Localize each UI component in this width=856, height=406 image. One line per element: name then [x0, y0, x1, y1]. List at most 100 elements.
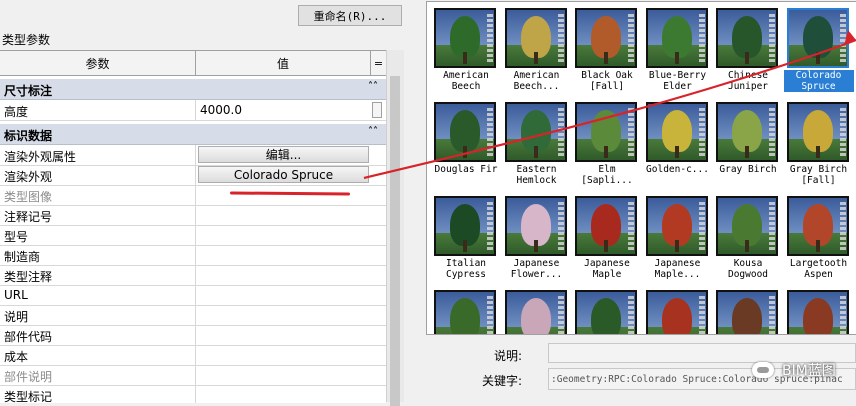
gallery-tile[interactable]: [502, 286, 572, 334]
param-row-type-image[interactable]: 类型图像: [0, 185, 386, 206]
param-row-keynote[interactable]: 注释记号: [0, 205, 386, 226]
column-toggle-button[interactable]: =: [371, 51, 386, 75]
gallery-tile[interactable]: Golden-c...: [643, 98, 713, 190]
param-value-cell[interactable]: [195, 265, 371, 285]
section-header-dimensions[interactable]: 尺寸标注 ˄˄: [0, 79, 386, 100]
gallery-tile[interactable]: Eastern Hemlock: [502, 98, 572, 190]
gallery-tile[interactable]: Chinese Juniper: [713, 4, 783, 96]
gallery-tile-label: Colorado Spruce: [783, 70, 854, 92]
column-header-value[interactable]: 值: [196, 51, 371, 75]
gallery-tile[interactable]: Gray Birch [Fall]: [784, 98, 854, 190]
type-parameters-grid: 参数 值 = 尺寸标注 ˄˄ 高度 4000.0 标识数据 ˄˄ 渲染外观属性 …: [0, 50, 386, 403]
gallery-tile-label: Elm [Sapli...: [581, 164, 633, 186]
gallery-tile[interactable]: Black Oak [Fall]: [572, 4, 642, 96]
gallery-tile[interactable]: Blue-Berry Elder: [643, 4, 713, 96]
description-label: 说明:: [494, 349, 523, 363]
gallery-tile[interactable]: Kousa Dogwood: [713, 192, 783, 284]
param-value-cell: Colorado Spruce: [195, 165, 371, 185]
tree-thumbnail-icon: [645, 102, 708, 162]
param-value-cell[interactable]: [195, 205, 371, 225]
param-name: 注释记号: [4, 210, 53, 224]
gallery-tile[interactable]: [431, 286, 501, 334]
param-value-cell[interactable]: 4000.0: [195, 100, 371, 120]
wechat-logo-icon: [752, 362, 774, 378]
param-row-manufacturer[interactable]: 制造商: [0, 245, 386, 266]
gallery-tile[interactable]: [713, 286, 783, 334]
gallery-tile[interactable]: American Beech: [431, 4, 501, 96]
param-name: 类型标记: [4, 390, 53, 403]
param-value: 4000.0: [200, 103, 242, 117]
gallery-tile-label: Largetooth Aspen: [789, 258, 848, 280]
param-name: 类型注释: [4, 270, 53, 284]
param-row-render-appearance-props[interactable]: 渲染外观属性 编辑...: [0, 145, 386, 166]
render-appearance-button[interactable]: Colorado Spruce: [198, 166, 369, 183]
param-name: 类型图像: [4, 190, 53, 204]
tree-thumbnail-icon: [504, 196, 567, 256]
rename-button[interactable]: 重命名(R)...: [298, 5, 402, 26]
param-row-height[interactable]: 高度 4000.0: [0, 100, 386, 121]
gallery-tile-label: Japanese Maple...: [654, 258, 701, 280]
param-row-url[interactable]: URL: [0, 285, 386, 306]
tree-thumbnail-icon: [504, 102, 567, 162]
tree-thumbnail-icon: [575, 102, 637, 162]
param-row-render-appearance[interactable]: 渲染外观 Colorado Spruce: [0, 165, 386, 186]
gallery-tile[interactable]: Douglas Fir: [431, 98, 501, 190]
gallery-tile[interactable]: Elm [Sapli...: [572, 98, 642, 190]
param-name: 型号: [4, 230, 29, 244]
watermark-text: BIM蓝图: [782, 363, 836, 379]
param-name: 高度: [4, 105, 29, 119]
tree-thumbnail-icon: [434, 290, 496, 334]
param-value-cell: 编辑...: [195, 145, 371, 165]
param-row-assembly-description[interactable]: 部件说明: [0, 365, 386, 386]
appearance-gallery: American Beech American Beech... Black Oak…: [426, 1, 856, 335]
gallery-tile[interactable]: Italian Cypress: [431, 192, 501, 284]
tree-thumbnail-icon: [575, 8, 637, 68]
gallery-tile[interactable]: Colorado Spruce: [783, 4, 854, 96]
tree-thumbnail-icon: [645, 196, 708, 256]
param-value-cell[interactable]: [195, 365, 371, 385]
collapse-icon[interactable]: ˄˄: [368, 126, 378, 137]
tree-thumbnail-icon: [645, 8, 708, 68]
param-value-cell[interactable]: [195, 345, 371, 365]
param-row-type-comments[interactable]: 类型注释: [0, 265, 386, 286]
param-row-cost[interactable]: 成本: [0, 345, 386, 366]
tree-thumbnail-icon: [786, 290, 849, 334]
param-row-description[interactable]: 说明: [0, 305, 386, 326]
gallery-tile-label: Kousa Dogwood: [727, 258, 769, 280]
gallery-tile[interactable]: [784, 286, 854, 334]
param-value-cell[interactable]: [195, 325, 371, 345]
param-name: 成本: [4, 350, 29, 364]
gallery-tile-label: Gray Birch [Fall]: [789, 164, 848, 186]
tree-thumbnail-icon: [504, 8, 567, 68]
gallery-tile[interactable]: Japanese Maple...: [643, 192, 713, 284]
gallery-tile-label: Japanese Flower...: [510, 258, 563, 280]
param-row-model[interactable]: 型号: [0, 225, 386, 246]
section-header-identity-data[interactable]: 标识数据 ˄˄: [0, 124, 386, 145]
gallery-tile[interactable]: Japanese Maple: [572, 192, 642, 284]
edit-button[interactable]: 编辑...: [198, 146, 369, 163]
param-value-cell[interactable]: [195, 305, 371, 325]
gallery-tile[interactable]: American Beech...: [502, 4, 572, 96]
collapse-icon[interactable]: ˄˄: [368, 81, 378, 92]
param-row-assembly-code[interactable]: 部件代码: [0, 325, 386, 346]
grid-header: 参数 值 =: [0, 51, 386, 76]
param-value-cell[interactable]: [195, 385, 371, 403]
tree-thumbnail-icon: [434, 8, 496, 68]
gallery-tile-label: Gray Birch: [719, 164, 777, 175]
column-header-parameter[interactable]: 参数: [0, 51, 196, 75]
formula-button[interactable]: [371, 100, 382, 120]
grid-scrollbar[interactable]: [386, 50, 404, 406]
tree-thumbnail-icon: [716, 102, 778, 162]
param-row-type-mark[interactable]: 类型标记: [0, 385, 386, 403]
gallery-tile[interactable]: Gray Birch: [713, 98, 783, 190]
gallery-tile[interactable]: Largetooth Aspen: [784, 192, 854, 284]
param-value-cell[interactable]: [195, 245, 371, 265]
param-value-cell[interactable]: [195, 285, 371, 305]
gallery-tile[interactable]: [572, 286, 642, 334]
tree-thumbnail-icon: [716, 290, 778, 334]
gallery-tile[interactable]: Japanese Flower...: [502, 192, 572, 284]
gallery-tile-label: Chinese Juniper: [727, 70, 769, 92]
gallery-tile[interactable]: [643, 286, 713, 334]
param-value-cell[interactable]: [195, 225, 371, 245]
scrollbar-thumb[interactable]: [390, 76, 400, 406]
